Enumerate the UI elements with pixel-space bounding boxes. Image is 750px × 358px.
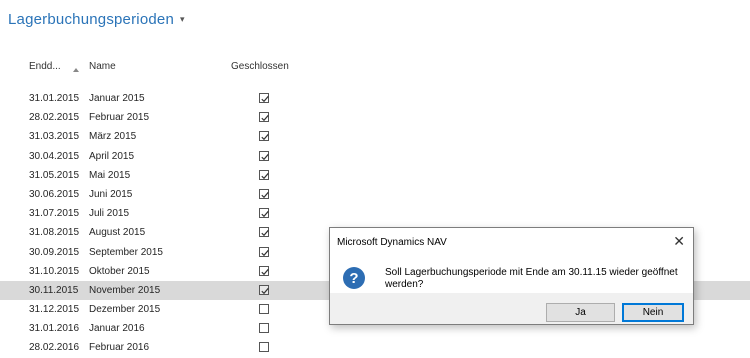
question-icon: ? — [343, 267, 365, 289]
page-title[interactable]: Lagerbuchungsperioden ▾ — [8, 11, 185, 28]
row-end-date: 31.01.2016 — [29, 323, 80, 335]
row-end-date: 30.09.2015 — [29, 246, 80, 258]
row-name: September 2015 — [89, 246, 163, 258]
dialog-title: Microsoft Dynamics NAV — [337, 237, 447, 248]
closed-checkbox[interactable] — [259, 150, 269, 161]
row-name: November 2015 — [89, 284, 161, 296]
closed-checkbox[interactable] — [259, 323, 269, 334]
row-end-date: 31.01.2015 — [29, 93, 80, 104]
checkmark-icon — [261, 230, 269, 237]
closed-checkbox[interactable] — [259, 265, 269, 276]
dialog-body: ? Soll Lagerbuchungsperiode mit Ende am … — [330, 256, 693, 293]
row-name: Januar 2015 — [89, 93, 145, 104]
table-row[interactable]: 28.02.2015 Februar 2015 — [0, 108, 750, 127]
checkmark-icon — [261, 115, 269, 122]
checkmark-icon — [261, 287, 269, 295]
row-name: Juli 2015 — [89, 208, 130, 220]
row-name: April 2015 — [89, 150, 135, 162]
closed-checkbox[interactable] — [259, 246, 269, 257]
checkmark-icon — [261, 268, 269, 275]
row-end-date: 31.07.2015 — [29, 208, 80, 220]
table-row[interactable]: 31.01.2015 Januar 2015 — [0, 89, 750, 108]
closed-checkbox[interactable] — [259, 227, 269, 238]
row-end-date: 31.12.2015 — [29, 304, 80, 316]
row-name: Juni 2015 — [89, 188, 133, 200]
row-name: Januar 2016 — [89, 323, 145, 335]
page-title-text: Lagerbuchungsperioden — [8, 11, 174, 28]
column-header-name[interactable]: Name — [89, 61, 116, 72]
checkmark-icon — [261, 172, 269, 179]
checkmark-icon — [261, 249, 269, 256]
no-button[interactable]: Nein — [622, 303, 684, 322]
dialog-titlebar: Microsoft Dynamics NAV ✕ — [330, 228, 693, 256]
table-row[interactable]: 28.02.2016 Februar 2016 — [0, 338, 750, 357]
row-name: Februar 2016 — [89, 342, 150, 354]
table-row[interactable]: 30.04.2015 April 2015 — [0, 147, 750, 166]
row-end-date: 31.05.2015 — [29, 169, 80, 181]
row-end-date: 30.11.2015 — [29, 284, 79, 296]
dialog-message: Soll Lagerbuchungsperiode mit Ende am 30… — [385, 267, 678, 290]
row-end-date: 31.08.2015 — [29, 227, 80, 239]
close-icon[interactable]: ✕ — [673, 233, 685, 250]
closed-checkbox[interactable] — [259, 284, 269, 295]
closed-checkbox[interactable] — [259, 304, 269, 315]
row-name: Mai 2015 — [89, 169, 131, 181]
table-row[interactable]: 30.06.2015 Juni 2015 — [0, 185, 750, 204]
closed-checkbox[interactable] — [259, 131, 269, 142]
closed-checkbox[interactable] — [259, 112, 269, 123]
checkmark-icon — [261, 211, 269, 218]
table-row[interactable]: 31.05.2015 Mai 2015 — [0, 166, 750, 185]
closed-checkbox[interactable] — [259, 188, 269, 199]
confirm-dialog: Microsoft Dynamics NAV ✕ ? Soll Lagerbuc… — [329, 227, 694, 325]
closed-checkbox[interactable] — [259, 169, 269, 180]
chevron-down-icon[interactable]: ▾ — [180, 14, 185, 24]
closed-checkbox[interactable] — [259, 208, 269, 219]
column-header-end-date[interactable]: Endd... — [29, 61, 61, 72]
column-header-closed[interactable]: Geschlossen — [231, 61, 289, 72]
row-name: Oktober 2015 — [89, 265, 150, 277]
row-end-date: 31.03.2015 — [29, 131, 80, 143]
checkmark-icon — [261, 191, 269, 199]
row-end-date: 30.04.2015 — [29, 150, 80, 162]
table-row[interactable]: 31.03.2015 März 2015 — [0, 127, 750, 146]
closed-checkbox[interactable] — [259, 93, 269, 103]
row-name: Februar 2015 — [89, 112, 150, 124]
table-header: Endd... Name Geschlossen — [0, 57, 750, 77]
row-end-date: 31.10.2015 — [29, 265, 80, 277]
sort-ascending-icon — [73, 68, 79, 72]
row-end-date: 28.02.2016 — [29, 342, 80, 354]
row-name: März 2015 — [89, 131, 137, 143]
row-name: Dezember 2015 — [89, 304, 161, 316]
row-name: August 2015 — [89, 227, 146, 239]
checkmark-icon — [261, 153, 269, 160]
row-end-date: 30.06.2015 — [29, 188, 80, 200]
checkmark-icon — [261, 134, 269, 141]
table-row[interactable]: 31.07.2015 Juli 2015 — [0, 204, 750, 223]
checkmark-icon — [261, 95, 269, 103]
yes-button[interactable]: Ja — [546, 303, 615, 322]
row-end-date: 28.02.2015 — [29, 112, 80, 124]
